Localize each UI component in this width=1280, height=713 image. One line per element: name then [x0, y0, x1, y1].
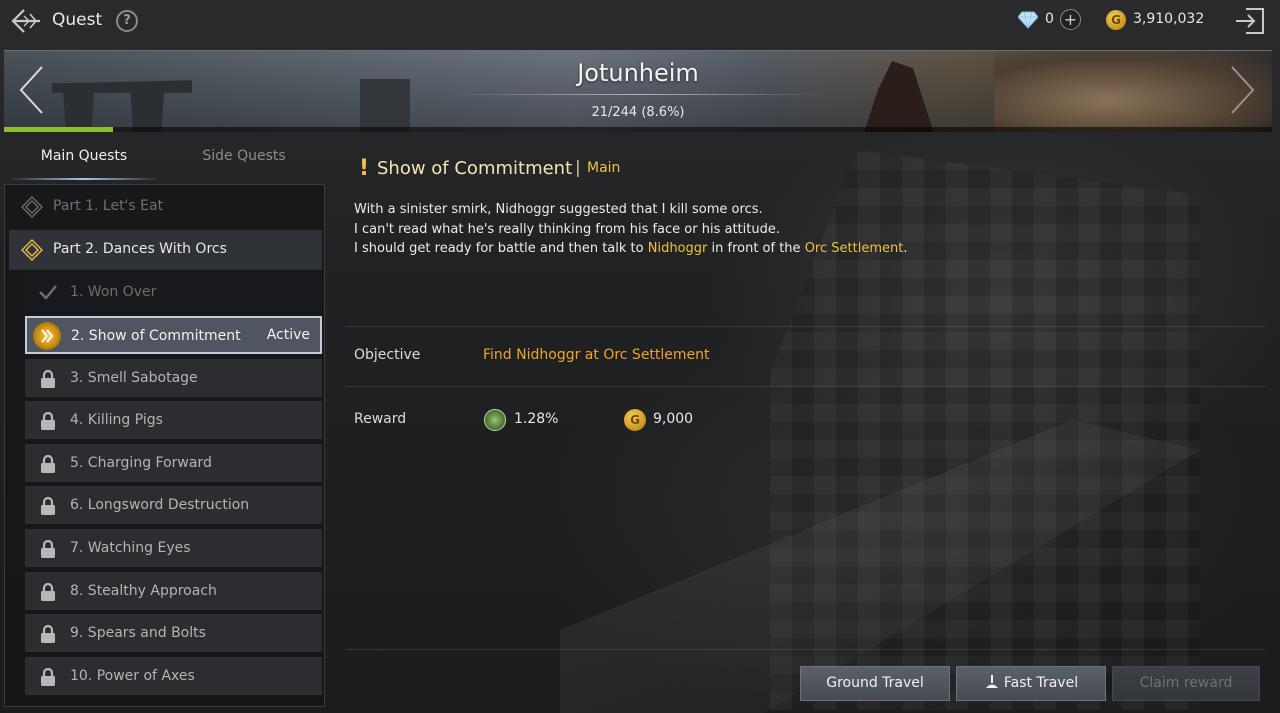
quest-item-charging-forward[interactable]: 5. Charging Forward	[25, 444, 322, 482]
quest-item-power-of-axes[interactable]: 10. Power of Axes	[25, 657, 322, 695]
exit-door-icon[interactable]	[1234, 6, 1266, 36]
add-gems-button[interactable]: +	[1060, 9, 1081, 30]
lock-icon	[39, 539, 57, 559]
quest-type: Main	[587, 160, 621, 176]
region-progress-text: 21/244 (8.6%)	[591, 105, 685, 120]
gold-count: 3,910,032	[1133, 11, 1205, 27]
part-label: Part 2. Dances With Orcs	[53, 241, 227, 257]
part-label: Part 1. Let's Eat	[53, 198, 164, 214]
quest-item-longsword-destruction[interactable]: 6. Longsword Destruction	[25, 486, 322, 524]
quest-detail-panel: ! Show of Commitment | Main With a sinis…	[345, 150, 1265, 710]
location-highlight: Orc Settlement	[804, 241, 904, 256]
quest-label: 3. Smell Sabotage	[70, 370, 198, 386]
description-text: .	[903, 241, 908, 256]
quest-list: Part 1. Let's Eat Part 2. Dances With Or…	[4, 184, 325, 707]
region-name: Jotunheim	[577, 59, 699, 87]
claim-reward-button[interactable]: Claim reward	[1112, 666, 1260, 701]
region-divider	[450, 94, 826, 95]
quest-item-smell-sabotage[interactable]: 3. Smell Sabotage	[25, 359, 322, 397]
back-arrow-icon[interactable]	[10, 6, 42, 36]
divider	[345, 649, 1265, 650]
quest-item-won-over[interactable]: 1. Won Over	[25, 273, 322, 311]
page-title: Quest	[52, 10, 103, 30]
gold-coin-icon: G	[624, 409, 646, 431]
ground-travel-button[interactable]: Ground Travel	[800, 666, 950, 701]
lock-icon	[39, 667, 57, 687]
region-banner: Jotunheim 21/244 (8.6%)	[4, 50, 1272, 132]
reward-exp-value: 1.28%	[514, 411, 559, 427]
title-separator: |	[575, 158, 581, 178]
lock-icon	[39, 411, 57, 431]
region-progress-bar	[4, 127, 1272, 132]
fast-travel-icon	[984, 670, 1000, 688]
quest-label: 9. Spears and Bolts	[70, 625, 206, 641]
exclamation-icon: !	[359, 156, 370, 181]
quest-tabs: Main Quests Side Quests	[4, 138, 324, 180]
double-chevron-icon	[33, 322, 61, 350]
lock-icon	[39, 624, 57, 644]
quest-item-stealthy-approach[interactable]: 8. Stealthy Approach	[25, 572, 322, 610]
fast-travel-button[interactable]: Fast Travel	[956, 666, 1106, 701]
objective-label: Objective	[354, 347, 421, 363]
reward-label: Reward	[354, 411, 407, 427]
quest-label: 8. Stealthy Approach	[70, 583, 217, 599]
quest-label: 10. Power of Axes	[70, 668, 195, 684]
quest-label: 1. Won Over	[70, 284, 157, 300]
fast-travel-label: Fast Travel	[1003, 675, 1079, 691]
description-line: I should get ready for battle and then t…	[354, 239, 1234, 259]
objective-text[interactable]: Find Nidhoggr at Orc Settlement	[483, 347, 710, 363]
npc-name-highlight: Nidhoggr	[647, 241, 708, 256]
quest-item-watching-eyes[interactable]: 7. Watching Eyes	[25, 529, 322, 567]
description-text: I should get ready for battle and then t…	[354, 241, 648, 256]
tab-side-quests[interactable]: Side Quests	[164, 138, 324, 180]
lock-icon	[39, 496, 57, 516]
lock-icon	[39, 582, 57, 602]
description-line: I can't read what he's really thinking f…	[354, 221, 780, 237]
divider	[345, 326, 1265, 327]
lock-icon	[39, 369, 57, 389]
quest-label: 4. Killing Pigs	[70, 412, 163, 428]
quest-label: 2. Show of Commitment	[71, 328, 241, 344]
divider	[345, 386, 1265, 387]
quest-item-killing-pigs[interactable]: 4. Killing Pigs	[25, 401, 322, 439]
lock-icon	[39, 454, 57, 474]
description-line: With a sinister smirk, Nidhoggr suggeste…	[354, 202, 763, 217]
tab-main-quests[interactable]: Main Quests	[4, 138, 164, 180]
quest-title: Show of Commitment	[377, 158, 573, 179]
quest-item-show-of-commitment[interactable]: 2. Show of Commitment Active	[25, 316, 322, 354]
quest-label: 5. Charging Forward	[70, 455, 212, 471]
quest-description: With a sinister smirk, Nidhoggr suggeste…	[354, 200, 1234, 259]
exp-orb-icon	[484, 409, 506, 431]
part-emblem-icon	[20, 195, 44, 219]
region-progress-fill	[4, 127, 114, 132]
part-row[interactable]: Part 2. Dances With Orcs	[9, 230, 322, 270]
quest-label: 6. Longsword Destruction	[70, 497, 250, 513]
gold-coin-icon: G	[1106, 10, 1126, 30]
gem-count: 0	[1045, 11, 1054, 27]
question-icon[interactable]: ?	[116, 10, 138, 32]
description-text: in front of the	[707, 241, 805, 256]
part-row[interactable]: Part 1. Let's Eat	[9, 187, 322, 227]
top-bar: Quest ? 0 + G 3,910,032	[0, 0, 1280, 44]
part-emblem-icon	[20, 238, 44, 262]
quest-label: 7. Watching Eyes	[70, 540, 191, 556]
diamond-icon	[1017, 11, 1039, 29]
reward-gold-value: 9,000	[653, 411, 694, 427]
check-icon	[38, 282, 58, 302]
status-badge: Active	[266, 327, 310, 343]
quest-item-spears-and-bolts[interactable]: 9. Spears and Bolts	[25, 614, 322, 652]
